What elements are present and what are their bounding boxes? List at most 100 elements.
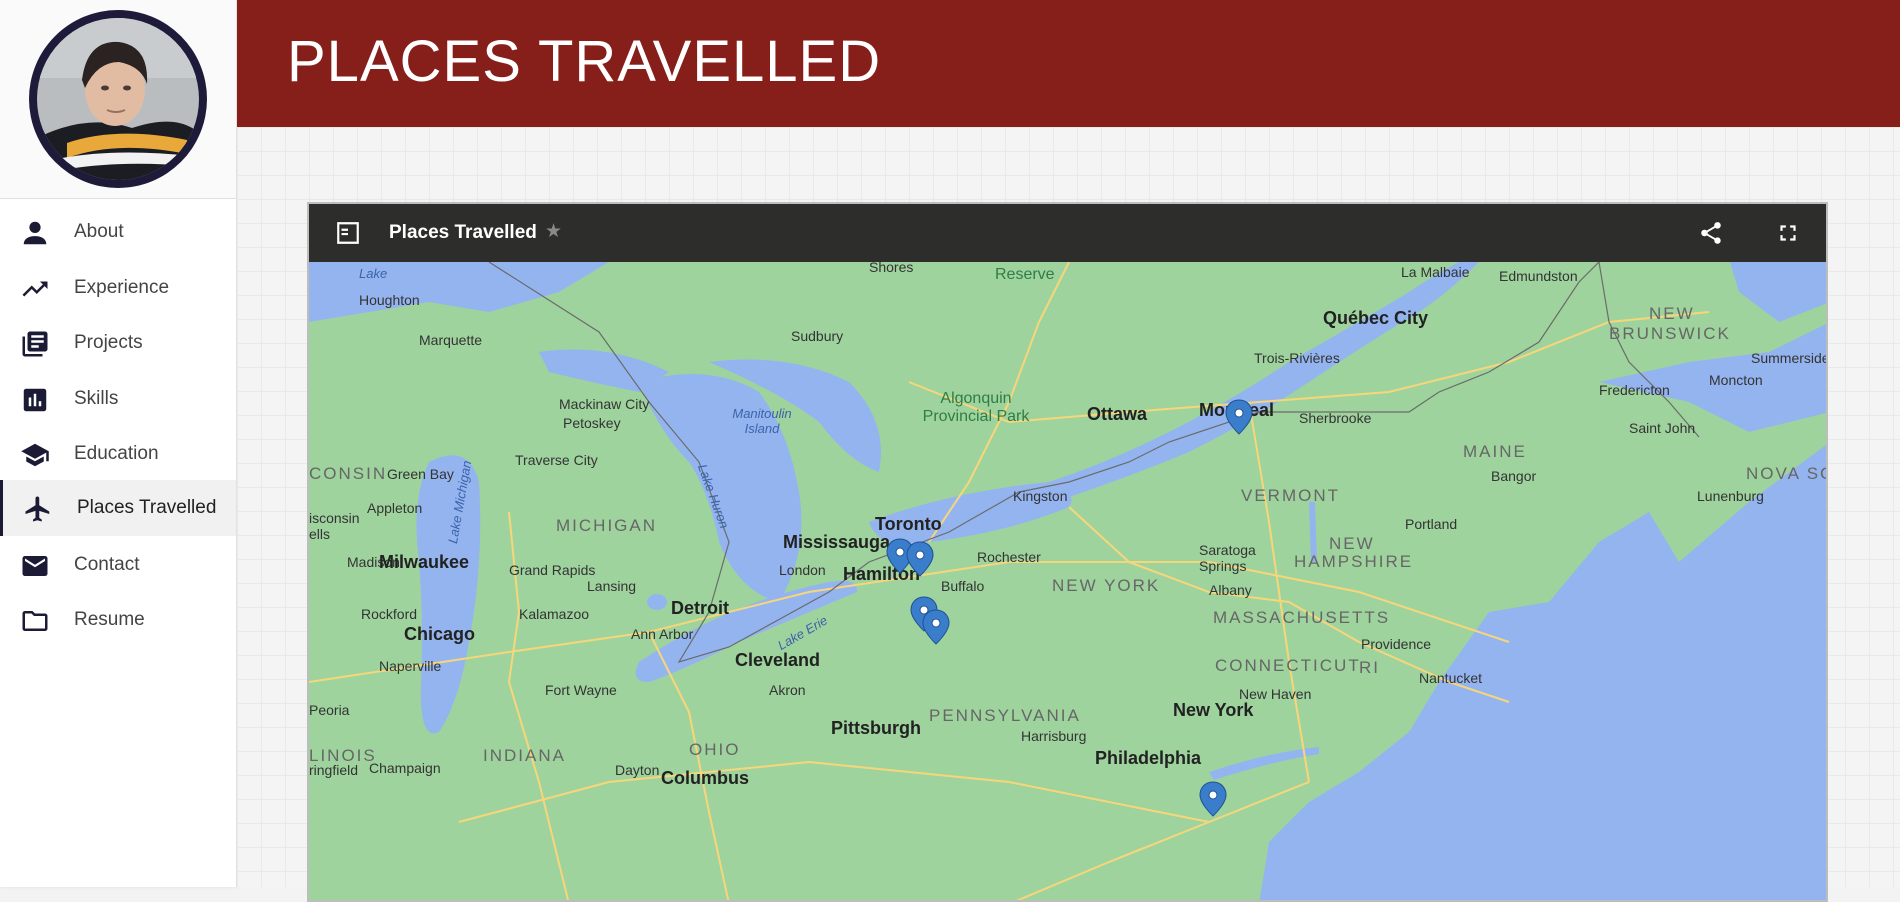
map-label: Saint John (1629, 420, 1696, 436)
nav-item-about[interactable]: About (0, 204, 236, 260)
map-label: Mississauga (783, 532, 891, 552)
nav-item-education[interactable]: Education (0, 426, 236, 482)
airplane-icon (23, 494, 53, 524)
map-label: MAINE (1463, 442, 1527, 461)
mail-icon (20, 551, 50, 581)
nav-label: Projects (74, 332, 143, 353)
library-books-icon (20, 329, 50, 359)
map-label: INDIANA (483, 746, 566, 765)
map-label: Ottawa (1087, 404, 1148, 424)
map-label: isconsin (309, 510, 360, 526)
map-label: Harrisburg (1021, 728, 1087, 744)
map-label: ells (309, 526, 331, 542)
nav-item-places-travelled[interactable]: Places Travelled (0, 480, 236, 536)
map-label: Providence (1361, 636, 1432, 652)
nav-item-skills[interactable]: Skills (0, 371, 236, 427)
map-label: Québec City (1323, 308, 1429, 328)
map-label: NOVA SC (1746, 464, 1828, 483)
avatar-photo (37, 18, 199, 180)
map-label: Petoskey (563, 415, 621, 431)
map-label: Portland (1405, 516, 1458, 532)
share-icon[interactable] (1696, 218, 1726, 248)
map-label: NEW (1649, 304, 1695, 323)
map-label: Chicago (404, 624, 476, 644)
map-label: Kalamazoo (519, 606, 590, 622)
nav-item-resume[interactable]: Resume (0, 592, 236, 648)
map-label: Hamilton (843, 564, 921, 584)
nav-item-contact[interactable]: Contact (0, 537, 236, 593)
avatar (29, 10, 207, 188)
map-label: RI (1359, 658, 1380, 677)
map-label: Milwaukee (379, 552, 470, 572)
nav-label: Education (74, 443, 159, 464)
map-label: London (779, 562, 826, 578)
nav-item-projects[interactable]: Projects (0, 315, 236, 371)
map-label: NEW (1329, 534, 1375, 553)
map-label: Reserve (995, 266, 1055, 283)
map-label: Moncton (1709, 372, 1763, 388)
nav-label: Skills (74, 388, 119, 409)
map-label: Edmundston (1499, 268, 1578, 284)
map-label: Lunenburg (1697, 488, 1764, 504)
map-title: Places Travelled (389, 222, 537, 243)
map-label: Nantucket (1419, 670, 1483, 686)
map-label: Pittsburgh (831, 718, 921, 738)
map-label: ringfield (309, 762, 359, 778)
map-label: MICHIGAN (556, 516, 657, 535)
map-label: Sherbrooke (1299, 410, 1372, 426)
map-label: Manitoulin Island (732, 406, 792, 436)
map-label: VERMONT (1241, 486, 1340, 505)
map-label: Dayton (615, 762, 660, 778)
map-label: Houghton (359, 292, 420, 308)
map-label: Appleton (367, 500, 423, 516)
school-icon (20, 440, 50, 470)
map-label: Peoria (309, 702, 350, 718)
map-label: Fort Wayne (545, 682, 617, 698)
map-label: Kingston (1013, 488, 1068, 504)
map-label: Rockford (361, 606, 418, 622)
star-icon[interactable]: ★ (545, 220, 562, 243)
sidebar: About Experience Projects Skills Educati… (0, 0, 237, 887)
map-label: Algonquin Provincial Park (922, 390, 1030, 425)
map-label: Lake (359, 266, 388, 281)
map-label: Saratoga Springs (1199, 542, 1256, 574)
map-legend-toggle-icon[interactable] (333, 218, 363, 248)
map-label: Trois-Rivières (1254, 350, 1340, 366)
map-label: NEW YORK (1052, 576, 1161, 595)
map-label: Philadelphia (1095, 748, 1202, 768)
map-label: Bangor (1491, 468, 1537, 484)
page-banner: PLACES TRAVELLED (237, 0, 1900, 127)
map-label: Detroit (671, 598, 729, 618)
bar-chart-icon (20, 385, 50, 415)
map-label: BRUNSWICK (1609, 324, 1731, 343)
map-label: Grand Rapids (509, 562, 596, 578)
map-label: Ann Arbor (631, 626, 694, 642)
map-label: Fredericton (1599, 382, 1670, 398)
map-embed[interactable]: Places Travelled ★ Houghton Lake Marquet… (307, 202, 1828, 902)
profile-header (0, 0, 236, 199)
map-label: Akron (769, 682, 806, 698)
folder-icon (20, 606, 50, 636)
nav-label: Places Travelled (77, 497, 217, 518)
map-label: MASSACHUSETTS (1213, 608, 1391, 627)
map-label: Naperville (379, 658, 442, 674)
trending-up-icon (20, 274, 50, 304)
map-label: CONSIN (309, 464, 388, 483)
map-label: Shores (869, 259, 914, 275)
map-label: PENNSYLVANIA (929, 706, 1081, 725)
map-label: Marquette (419, 332, 483, 348)
person-icon (20, 218, 50, 248)
map-canvas[interactable]: Houghton Lake Marquette Sudbury Shores R… (309, 259, 1828, 900)
map-label: CONNECTICUT (1215, 656, 1361, 675)
map-label: Montreal (1199, 400, 1275, 420)
page-title: PLACES TRAVELLED (287, 29, 882, 94)
map-label: La Malbaie (1401, 264, 1470, 280)
map-label: Rochester (977, 549, 1041, 565)
map-label: OHIO (689, 740, 741, 759)
fullscreen-icon[interactable] (1773, 218, 1803, 248)
map-label: Mackinaw City (559, 396, 650, 412)
map-label: HAMPSHIRE (1294, 552, 1414, 571)
nav-item-experience[interactable]: Experience (0, 260, 236, 316)
nav-label: About (74, 221, 124, 242)
map-label: Traverse City (515, 452, 598, 468)
